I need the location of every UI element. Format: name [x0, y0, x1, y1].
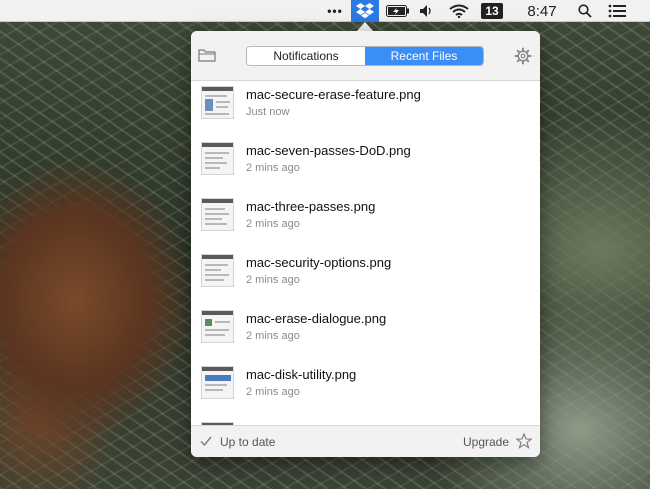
search-icon[interactable] — [574, 0, 596, 22]
volume-icon[interactable] — [416, 0, 438, 22]
file-thumbnail — [201, 142, 234, 175]
sync-status: Up to date — [220, 435, 276, 449]
list-item[interactable]: mac-disk-utility.png 2 mins ago — [191, 363, 540, 419]
star-button[interactable] — [515, 432, 533, 449]
list-item[interactable]: mac-seven-passes-DoD.png 2 mins ago — [191, 139, 540, 195]
magnifier-glyph — [578, 4, 592, 18]
file-thumbnail — [201, 254, 234, 287]
file-thumbnail — [201, 198, 234, 231]
open-folder-button[interactable] — [198, 47, 216, 63]
file-name: mac-disk-utility.png — [246, 367, 357, 382]
tab-recent-files[interactable]: Recent Files — [365, 47, 483, 65]
tab-notifications[interactable]: Notifications — [247, 47, 365, 65]
file-name: mac-seven-passes-DoD.png — [246, 143, 411, 158]
notification-count-badge[interactable]: 13 — [480, 0, 504, 22]
settings-button[interactable] — [514, 47, 532, 65]
recent-files-list[interactable]: mac-secure-erase-feature.png Just now ma… — [191, 81, 540, 425]
dropbox-popup: Notifications Recent Files mac-secure-er… — [191, 31, 540, 457]
checkmark-icon — [200, 436, 212, 447]
overflow-menu-icon[interactable]: ••• — [322, 0, 348, 22]
star-icon — [515, 432, 533, 449]
file-time: 2 mins ago — [246, 330, 300, 342]
list-item[interactable]: mac-erase-dialogue.png 2 mins ago — [191, 307, 540, 363]
file-thumbnail — [201, 366, 234, 399]
list-item[interactable]: mac-security-options.png 2 mins ago — [191, 251, 540, 307]
popup-footer: Up to date Upgrade — [191, 425, 540, 457]
battery-glyph — [386, 5, 409, 17]
file-time: 2 mins ago — [246, 274, 300, 286]
popup-header: Notifications Recent Files — [191, 31, 540, 81]
badge-count: 13 — [481, 3, 503, 19]
folder-icon — [198, 49, 216, 62]
notification-list-icon[interactable] — [604, 0, 630, 22]
dropbox-logo-icon — [356, 3, 374, 19]
view-switcher: Notifications Recent Files — [246, 46, 484, 66]
file-thumbnail — [201, 310, 234, 343]
file-time: 2 mins ago — [246, 386, 300, 398]
list-item[interactable]: mac-three-passes.png 2 mins ago — [191, 195, 540, 251]
file-name: mac-secure-erase-feature.png — [246, 87, 421, 102]
gear-icon — [514, 47, 532, 65]
speaker-glyph — [420, 5, 431, 17]
wifi-icon[interactable] — [446, 0, 472, 22]
upgrade-link[interactable]: Upgrade — [463, 435, 509, 449]
menu-bar: ••• 13 8:47 — [0, 0, 650, 22]
file-name: mac-security-options.png — [246, 255, 392, 270]
file-name: mac-erase-dialogue.png — [246, 311, 387, 326]
wifi-glyph — [449, 4, 469, 18]
list-glyph — [608, 4, 626, 18]
file-time: Just now — [246, 106, 290, 118]
file-time: 2 mins ago — [246, 162, 300, 174]
file-name: mac-three-passes.png — [246, 199, 376, 214]
list-item[interactable]: mac-secure-erase-feature.png Just now — [191, 83, 540, 139]
battery-charging-icon[interactable] — [384, 0, 412, 22]
file-time: 2 mins ago — [246, 218, 300, 230]
dropbox-icon[interactable] — [351, 0, 379, 22]
file-thumbnail — [201, 86, 234, 119]
clock[interactable]: 8:47 — [520, 0, 564, 22]
